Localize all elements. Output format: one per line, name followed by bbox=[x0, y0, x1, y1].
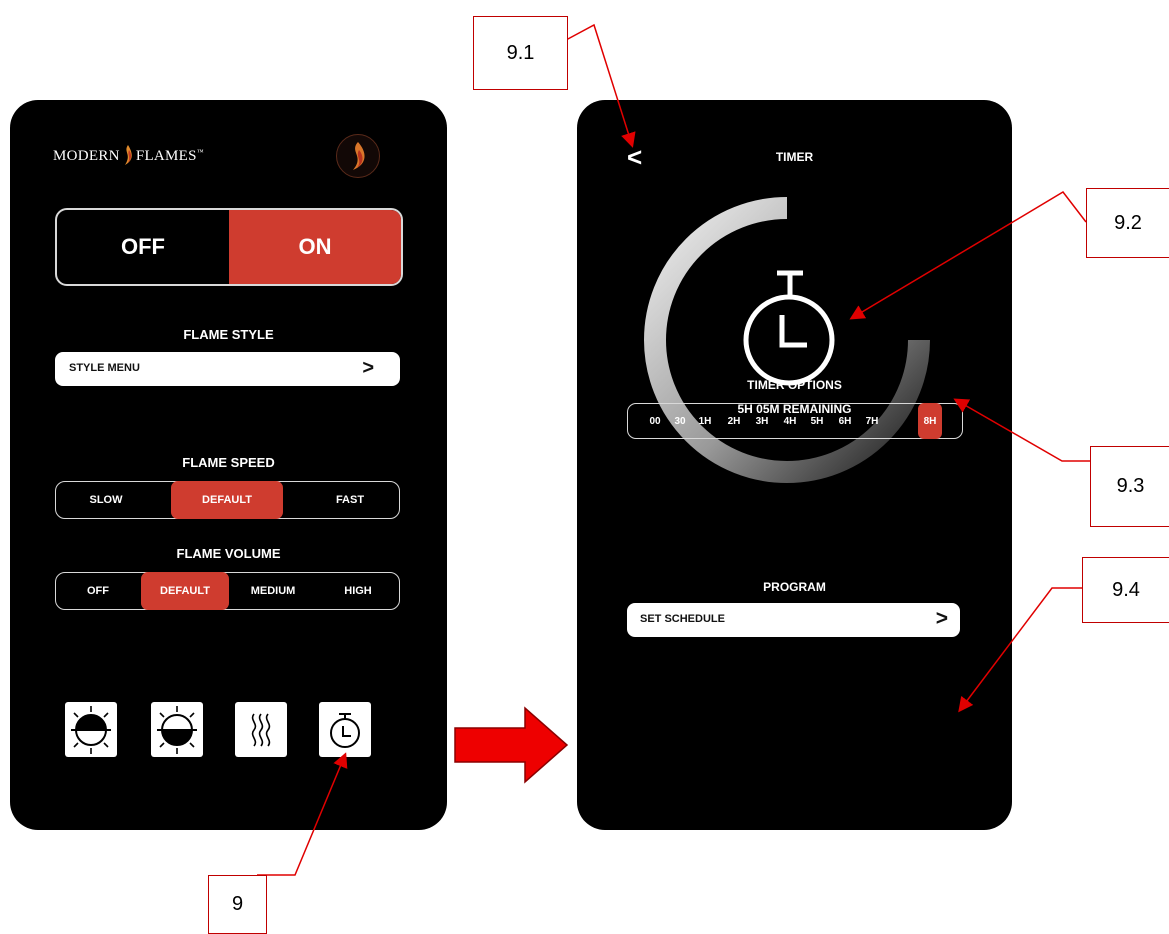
callout-9-1: 9.1 bbox=[473, 16, 568, 90]
callout-9-4: 9.4 bbox=[1082, 557, 1169, 623]
callout-9-3: 9.3 bbox=[1090, 446, 1169, 527]
callout-9: 9 bbox=[208, 875, 267, 934]
callout-9-2: 9.2 bbox=[1086, 188, 1169, 258]
annotation-overlay bbox=[257, 23, 1090, 876]
transition-arrow-icon bbox=[454, 706, 569, 784]
